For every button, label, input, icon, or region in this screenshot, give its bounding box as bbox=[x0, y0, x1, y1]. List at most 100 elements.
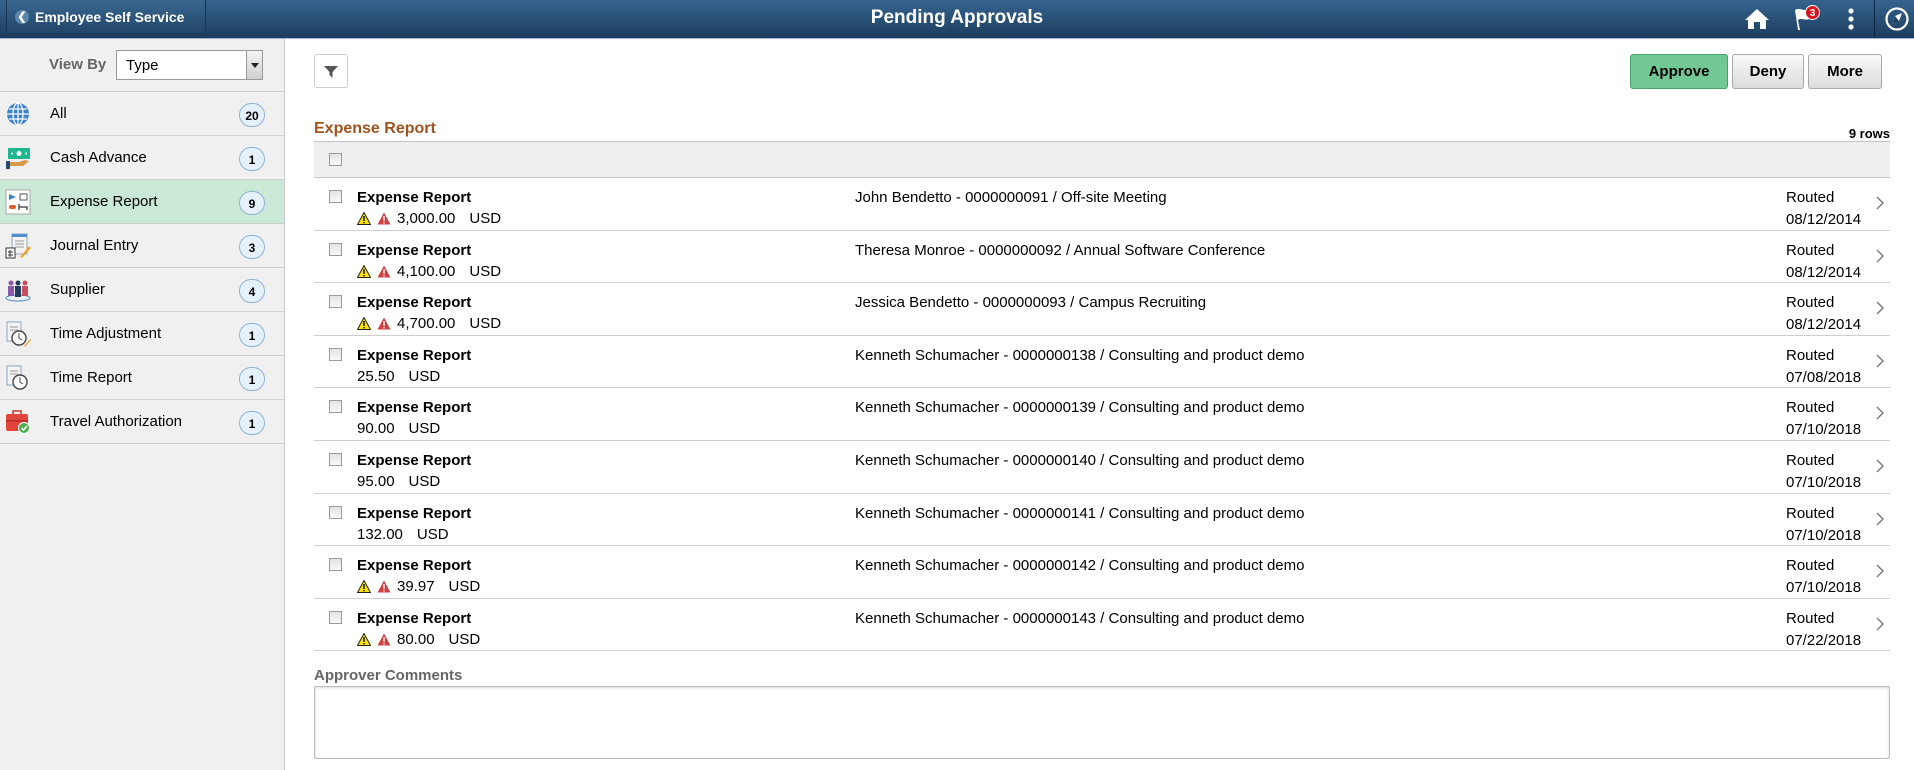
chevron-right-icon[interactable] bbox=[1875, 459, 1885, 473]
chevron-right-icon[interactable] bbox=[1875, 196, 1885, 210]
warning-icon bbox=[357, 264, 371, 278]
sidebar: View By Type All 20 Cash Advance 1 Expen… bbox=[0, 39, 285, 770]
sidebar-item-cash-advance[interactable]: Cash Advance 1 bbox=[0, 136, 284, 180]
row-type: Expense Report bbox=[357, 504, 472, 522]
calculator-doc-icon bbox=[5, 233, 31, 259]
home-icon bbox=[1745, 9, 1769, 29]
row-checkbox[interactable] bbox=[329, 400, 342, 414]
suitcase-check-icon bbox=[6, 410, 30, 434]
table-row[interactable]: Expense Report 95.00 USD Kenneth Schumac… bbox=[314, 441, 1890, 494]
select-all-checkbox[interactable] bbox=[329, 153, 342, 166]
row-type: Expense Report bbox=[357, 346, 472, 364]
row-type: Expense Report bbox=[357, 609, 472, 627]
currency: USD bbox=[469, 262, 502, 280]
row-description: Theresa Monroe - 0000000092 / Annual Sof… bbox=[855, 241, 1266, 259]
chevron-right-icon[interactable] bbox=[1875, 406, 1885, 420]
filter-button[interactable] bbox=[314, 54, 348, 88]
approver-comments-input[interactable] bbox=[314, 686, 1890, 759]
globe-icon bbox=[7, 102, 29, 126]
sidebar-item-all[interactable]: All 20 bbox=[0, 92, 284, 136]
row-checkbox[interactable] bbox=[329, 558, 342, 572]
row-checkbox[interactable] bbox=[329, 295, 342, 309]
row-checkbox[interactable] bbox=[329, 190, 342, 203]
row-status: Routed bbox=[1786, 609, 1835, 627]
row-amount: 95.00 USD bbox=[357, 473, 440, 490]
sidebar-item-journal-entry[interactable]: Journal Entry 3 bbox=[0, 224, 284, 268]
table-row[interactable]: Expense Report 90.00 USD Kenneth Schumac… bbox=[314, 388, 1890, 441]
sidebar-item-label: Time Report bbox=[50, 369, 132, 386]
filter-icon bbox=[324, 66, 338, 78]
amount-value: 39.97 bbox=[397, 578, 435, 596]
amount-value: 3,000.00 bbox=[397, 210, 456, 227]
home-button[interactable] bbox=[1742, 4, 1772, 34]
row-type: Expense Report bbox=[357, 241, 472, 259]
table-row[interactable]: Expense Report 132.00 USD Kenneth Schuma… bbox=[314, 494, 1890, 547]
row-date: 07/10/2018 bbox=[1786, 421, 1862, 439]
sidebar-item-label: Supplier bbox=[50, 281, 106, 298]
row-checkbox[interactable] bbox=[329, 505, 342, 519]
chevron-right-icon[interactable] bbox=[1875, 564, 1885, 578]
grid-title: Expense Report bbox=[314, 120, 436, 137]
row-description: Jessica Bendetto - 0000000093 / Campus R… bbox=[855, 294, 1207, 312]
row-type: Expense Report bbox=[357, 399, 472, 417]
row-description: Kenneth Schumacher - 0000000143 / Consul… bbox=[855, 609, 1305, 627]
view-by-row: View By Type bbox=[0, 39, 284, 92]
table-row[interactable]: Expense Report 3,000.00 USD John Bendett… bbox=[314, 178, 1890, 231]
currency: USD bbox=[469, 210, 502, 227]
sidebar-item-label: All bbox=[50, 105, 67, 122]
clock-doc-icon bbox=[6, 365, 28, 390]
row-description: Kenneth Schumacher - 0000000141 / Consul… bbox=[855, 504, 1305, 522]
amount-value: 25.50 bbox=[357, 367, 395, 385]
row-checkbox[interactable] bbox=[329, 242, 342, 256]
sidebar-item-supplier[interactable]: Supplier 4 bbox=[0, 268, 284, 312]
row-status: Routed bbox=[1786, 346, 1835, 364]
table-row[interactable]: Expense Report 4,700.00 USD Jessica Bend… bbox=[314, 283, 1890, 336]
sidebar-item-label: Travel Authorization bbox=[50, 413, 183, 430]
chevron-right-icon[interactable] bbox=[1875, 617, 1885, 631]
row-amount: 3,000.00 USD bbox=[357, 210, 501, 227]
back-button-label: Employee Self Service bbox=[35, 8, 185, 25]
count-badge: 20 bbox=[239, 103, 265, 127]
count-badge: 1 bbox=[239, 367, 265, 391]
currency: USD bbox=[448, 578, 481, 596]
row-checkbox[interactable] bbox=[329, 347, 342, 361]
amount-value: 90.00 bbox=[357, 420, 395, 438]
actions-menu-button[interactable] bbox=[1836, 4, 1866, 34]
row-checkbox[interactable] bbox=[329, 452, 342, 466]
sidebar-item-expense-report[interactable]: Expense Report 9 bbox=[0, 180, 284, 224]
sidebar-item-time-report[interactable]: Time Report 1 bbox=[0, 356, 284, 400]
navbar-button[interactable] bbox=[1882, 4, 1912, 34]
back-button[interactable]: ❮ Employee Self Service bbox=[6, 0, 206, 34]
row-amount: 4,100.00 USD bbox=[357, 263, 501, 280]
error-icon bbox=[377, 212, 391, 225]
row-checkbox[interactable] bbox=[329, 610, 342, 624]
row-description: Kenneth Schumacher - 0000000139 / Consul… bbox=[855, 399, 1305, 417]
row-type: Expense Report bbox=[357, 451, 472, 469]
more-button[interactable]: More bbox=[1808, 54, 1882, 89]
table-row[interactable]: Expense Report 39.97 USD Kenneth Schumac… bbox=[314, 546, 1890, 599]
approvals-grid: Expense Report 3,000.00 USD John Bendett… bbox=[314, 141, 1890, 652]
notifications-button[interactable]: 3 bbox=[1789, 4, 1820, 34]
table-row[interactable]: Expense Report 4,100.00 USD Theresa Monr… bbox=[314, 231, 1890, 284]
notification-badge: 3 bbox=[1805, 5, 1820, 20]
chevron-right-icon[interactable] bbox=[1875, 301, 1885, 315]
dropdown-arrow-icon bbox=[246, 51, 262, 79]
table-row[interactable]: Expense Report 80.00 USD Kenneth Schumac… bbox=[314, 599, 1890, 652]
chevron-right-icon[interactable] bbox=[1875, 354, 1885, 368]
sidebar-item-time-adjustment[interactable]: Time Adjustment 1 bbox=[0, 312, 284, 356]
count-badge: 1 bbox=[239, 323, 265, 347]
row-date: 07/10/2018 bbox=[1786, 473, 1862, 491]
currency: USD bbox=[408, 420, 441, 438]
warning-icon bbox=[357, 317, 371, 331]
chevron-right-icon[interactable] bbox=[1875, 512, 1885, 526]
chevron-right-icon[interactable] bbox=[1875, 249, 1885, 263]
table-row[interactable]: Expense Report 25.50 USD Kenneth Schumac… bbox=[314, 336, 1890, 389]
currency: USD bbox=[469, 315, 502, 333]
view-by-select[interactable]: Type bbox=[116, 50, 263, 80]
amount-value: 95.00 bbox=[357, 472, 395, 490]
approve-button[interactable]: Approve bbox=[1630, 54, 1728, 89]
error-icon bbox=[377, 317, 391, 330]
amount-value: 132.00 bbox=[357, 525, 403, 543]
sidebar-item-travel-authorization[interactable]: Travel Authorization 1 bbox=[0, 400, 284, 444]
deny-button[interactable]: Deny bbox=[1732, 54, 1804, 89]
